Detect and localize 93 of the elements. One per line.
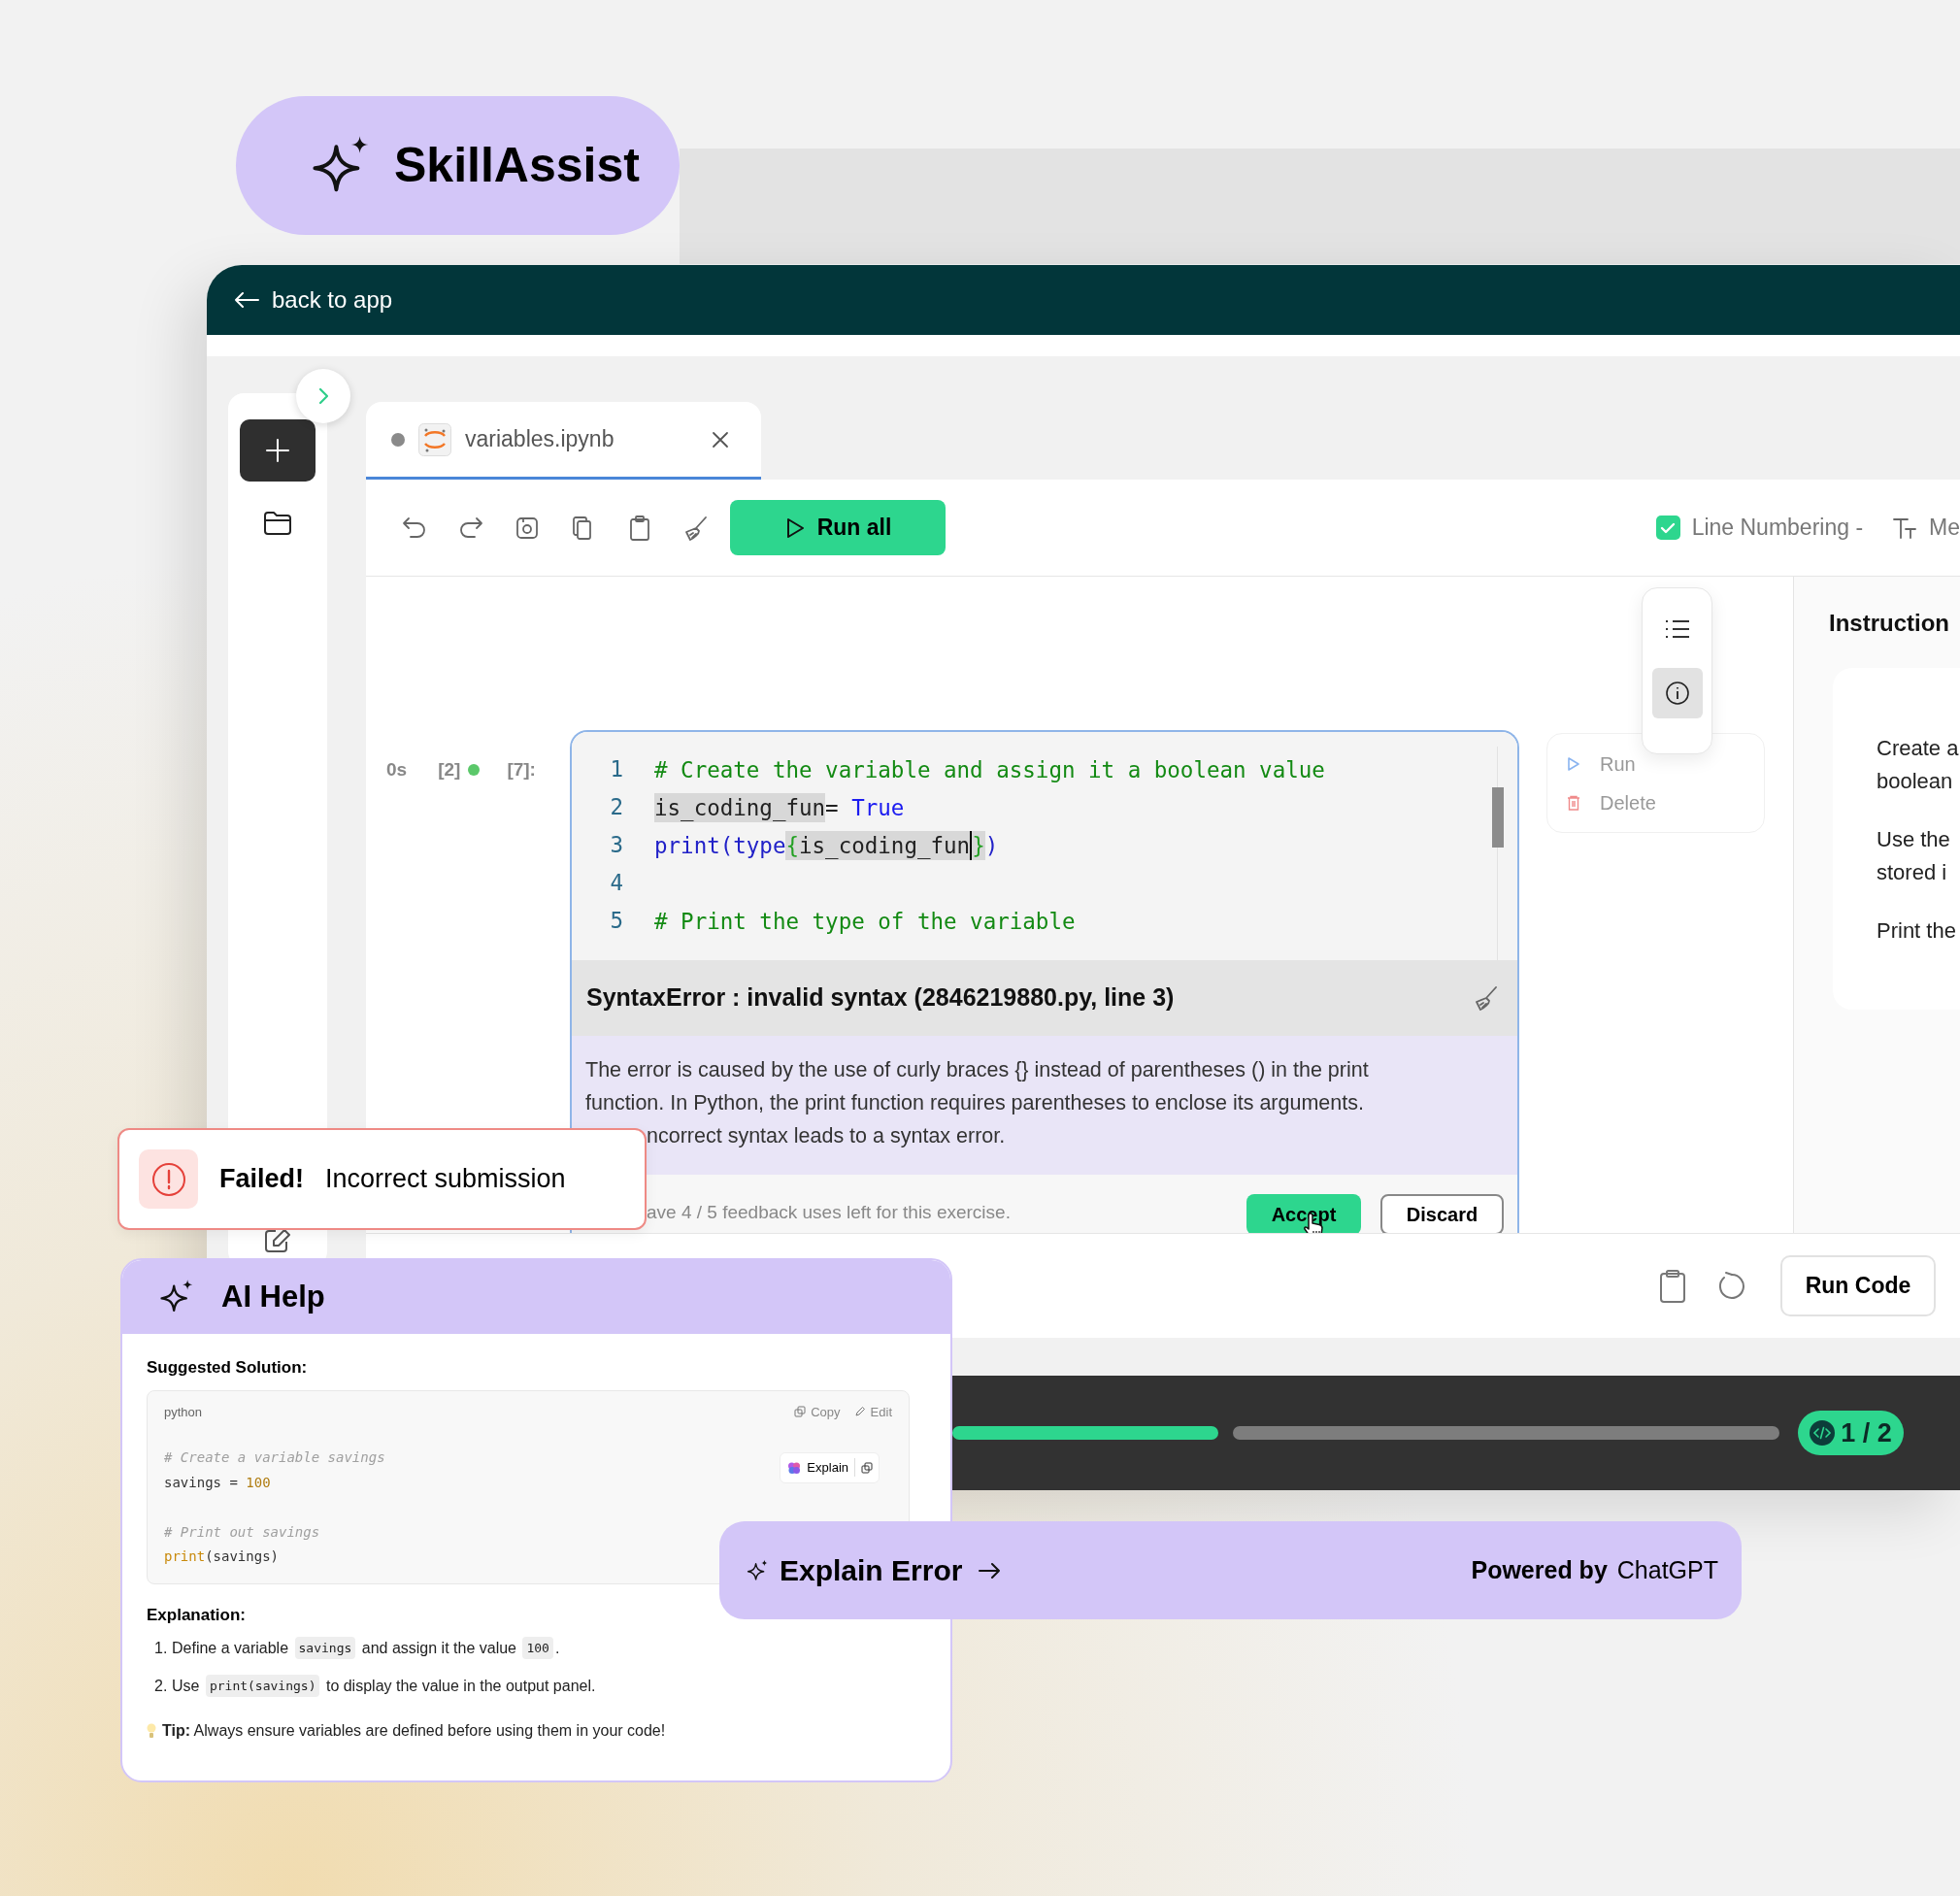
instruction-text: stored i	[1877, 859, 1948, 886]
explain-button[interactable]: Explain	[780, 1451, 880, 1483]
code-token: # Create the variable and assign it a boolean value	[654, 755, 1325, 784]
code-token: # Print out savings	[164, 1522, 320, 1542]
close-icon[interactable]	[712, 430, 729, 449]
list-number: 2.	[154, 1676, 169, 1696]
explain-error-button[interactable]: Explain Error	[747, 1548, 1002, 1592]
tip-text: Tip: Always ensure variables are defined before using them in your code!	[162, 1721, 666, 1741]
run-all-button[interactable]: Run all	[730, 500, 946, 555]
chevron-right-icon	[316, 386, 330, 406]
language-label: python	[164, 1403, 203, 1421]
code-token: 100	[246, 1473, 271, 1492]
tab-label: variables.ipynb	[465, 425, 615, 454]
unsaved-dot-icon	[391, 432, 405, 447]
panel-title: AI Help	[221, 1278, 325, 1315]
back-arrow-icon	[233, 290, 260, 310]
explanation-line: ncorrect syntax leads to a syntax error.	[646, 1122, 1007, 1149]
line-number: 3	[609, 830, 624, 859]
code-token: (savings)	[205, 1547, 279, 1567]
explanation-line: function. In Python, the print function requires parentheses to enclose its arguments.	[585, 1089, 1365, 1116]
toolbar-label: Me	[1929, 514, 1960, 543]
code-token: # Print the type of the variable	[654, 907, 1076, 936]
instruction-text: Create a	[1877, 735, 1960, 762]
section-heading: Suggested Solution:	[147, 1357, 309, 1379]
copy-icon	[794, 1406, 807, 1418]
progress-badge: 1 / 2	[1798, 1411, 1904, 1455]
brush-icon	[682, 514, 710, 542]
plus-icon	[265, 438, 290, 463]
code-icon	[1810, 1420, 1836, 1446]
section-heading: Explanation:	[147, 1604, 247, 1626]
line-number: 1	[609, 754, 624, 783]
text-cursor	[970, 830, 973, 860]
code-token: savings =	[164, 1473, 239, 1492]
code-token: is_coding_fun	[654, 792, 826, 822]
copy-icon	[861, 1461, 873, 1474]
code-token: print	[164, 1547, 206, 1567]
explanation-line: The error is caused by the use of curly braces {} instead of parentheses () in the print	[585, 1056, 1370, 1083]
run-code-button[interactable]: Run Code	[1780, 1255, 1936, 1316]
code-token: }	[972, 830, 985, 860]
panel-title: Instruction	[1829, 609, 1949, 638]
step-text: Use print(savings) to display the value in the output panel.	[172, 1674, 596, 1698]
alert-icon	[139, 1149, 198, 1209]
feedback-note: ave 4 / 5 feedback uses left for this exercise.	[647, 1201, 1011, 1224]
play-icon	[1567, 755, 1580, 772]
powered-by-label: Powered by	[1471, 1554, 1608, 1585]
code-editor[interactable]: 1 # Create the variable and assign it a boolean value 2 is_coding_fun= True 3 print(type{is_coding_fun}) 4 5 # Print the type of the variable	[572, 732, 1517, 960]
cell-prompt: [7]:	[507, 758, 536, 782]
line-number: 5	[609, 906, 624, 935]
step-text: Define a variable savings and assign it the value 100 .	[172, 1636, 560, 1660]
code-token: {	[785, 830, 799, 860]
trash-icon	[1567, 794, 1580, 811]
arrow-right-icon	[978, 1560, 1002, 1580]
refresh-icon[interactable]	[1716, 1270, 1747, 1302]
back-link[interactable]: back to app	[233, 283, 393, 317]
toast-message: Incorrect submission	[325, 1163, 566, 1196]
code-token: True	[851, 793, 905, 822]
edit-icon[interactable]	[263, 1227, 292, 1254]
provider-name: ChatGPT	[1616, 1554, 1718, 1585]
discard-button[interactable]: Discard	[1380, 1194, 1504, 1233]
toast-title: Failed!	[219, 1163, 304, 1196]
text-size-icon[interactable]	[1892, 516, 1918, 540]
line-numbering-label: Line Numbering -	[1691, 514, 1864, 543]
code-token: =	[825, 793, 840, 822]
file-tab[interactable]: variables.ipynb	[366, 402, 761, 480]
code-token: # Create a variable savings	[164, 1448, 385, 1468]
info-button[interactable]	[1651, 668, 1703, 718]
check-icon	[1660, 520, 1677, 535]
line-numbering-checkbox[interactable]	[1655, 516, 1680, 540]
code-token: print(type	[654, 831, 786, 860]
brush-icon[interactable]	[1473, 983, 1500, 1012]
folder-icon[interactable]	[263, 511, 292, 536]
code-token: is_coding_fun	[799, 830, 971, 860]
brand-name: SkillAssist	[394, 137, 640, 194]
status-dot-icon	[468, 764, 481, 777]
run-time-label: 0s	[386, 758, 408, 782]
notebook-logo-icon	[418, 422, 451, 456]
error-title: SyntaxError : invalid syntax (2846219880.py, line 3)	[586, 982, 1175, 1014]
pencil-icon	[853, 1406, 866, 1418]
brain-icon	[787, 1460, 802, 1475]
scrollbar-thumb[interactable]	[1492, 787, 1504, 848]
instruction-text: Print the	[1877, 917, 1957, 945]
instruction-text: boolean	[1877, 768, 1954, 795]
line-number: 2	[609, 792, 624, 821]
add-button[interactable]	[240, 419, 316, 482]
info-icon	[1664, 681, 1690, 706]
run-count-label: [2]	[438, 758, 461, 782]
list-icon	[1664, 618, 1690, 640]
clipboard-icon[interactable]	[1658, 1268, 1687, 1304]
list-number: 1.	[154, 1638, 169, 1658]
code-token: )	[984, 831, 999, 860]
line-number: 4	[609, 868, 624, 897]
lightbulb-icon	[147, 1723, 156, 1739]
instruction-text: Use the	[1877, 826, 1951, 853]
